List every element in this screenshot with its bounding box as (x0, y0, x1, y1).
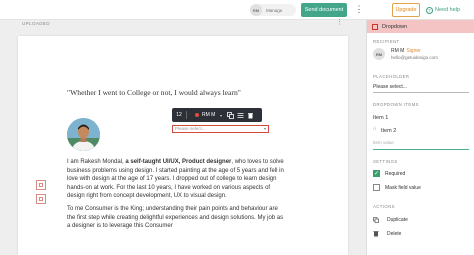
font-size-select[interactable]: 12 (172, 112, 186, 118)
actions-section-title: ACTIONS (373, 204, 395, 209)
mask-checkbox[interactable] (373, 184, 380, 191)
dropdown-field[interactable]: Please select... ▾ (172, 125, 269, 133)
drag-handle-icon[interactable]: ⁝⁝ (373, 126, 376, 132)
properties-panel: Dropdown RECIPIENT RM RM M Signer hello@g… (366, 20, 474, 255)
dropdown-item[interactable]: Item 2 (381, 128, 396, 134)
top-bar: RM Manage Send document ⋮ Upgrade ? Need… (0, 0, 474, 20)
more-vertical-icon[interactable]: ⋮ (353, 4, 365, 16)
mask-checkbox-row[interactable]: Mask field value (373, 184, 421, 191)
copy-icon[interactable] (225, 110, 235, 120)
delete-button[interactable]: Delete (373, 230, 401, 237)
paragraph-2: To me Consumer is the King; understandin… (67, 205, 284, 230)
upgrade-button[interactable]: Upgrade (392, 3, 420, 17)
document-more-icon[interactable]: ⋮ (336, 18, 343, 26)
placeholder-section-title: PLACEHOLDER (373, 74, 410, 79)
field-marker[interactable] (36, 180, 46, 190)
document-header-label: UPLOADED (22, 21, 50, 26)
avatar: RM (250, 4, 262, 16)
field-toolbar: 12 RM M ▾ (172, 108, 262, 122)
trash-icon (373, 230, 379, 237)
recipient-row[interactable]: RM RM M Signer hello@getuidesign.com (373, 48, 438, 60)
duplicate-label: Duplicate (387, 216, 408, 223)
profile-photo (67, 118, 100, 151)
dropdown-placeholder: Please select... (175, 126, 206, 131)
recipient-name: RM M (391, 48, 405, 54)
required-label: Required (385, 170, 406, 177)
chevron-down-icon: ▾ (220, 112, 223, 118)
item-value-input[interactable]: Item value (373, 140, 469, 150)
help-icon: ? (426, 6, 433, 14)
delete-label: Delete (387, 230, 402, 237)
send-document-button[interactable]: Send document (301, 3, 347, 17)
recipient-color-dot (195, 113, 199, 117)
document-quote: "Whether I went to College or not, I wou… (67, 88, 241, 97)
paragraph-1: I am Rakesh Mondal, a self-taught UI/UX,… (67, 159, 284, 200)
field-marker[interactable] (36, 194, 46, 204)
document-body: I am Rakesh Mondal, a self-taught UI/UX,… (67, 158, 287, 235)
chevron-down-icon: ▾ (263, 126, 266, 131)
need-help-link[interactable]: ? Need help (426, 4, 460, 16)
placeholder-input[interactable]: Please select... (373, 84, 469, 93)
dropdown-items-title: DROPDOWN ITEMS (373, 102, 419, 107)
panel-header: Dropdown (367, 20, 474, 33)
trash-icon[interactable] (245, 110, 255, 120)
manage-chip[interactable]: RM Manage (250, 4, 296, 16)
need-help-label: Need help (435, 7, 461, 13)
recipient-email: hello@getuidesign.com (391, 55, 438, 60)
settings-section-title: SETTINGS (373, 159, 398, 164)
panel-title: Dropdown (382, 23, 408, 30)
manage-label: Manage (266, 7, 283, 13)
duplicate-button[interactable]: Duplicate (373, 216, 408, 223)
recipient-section-title: RECIPIENT (373, 39, 400, 44)
recipient-select[interactable]: RM M (202, 112, 220, 118)
mask-label: Mask field value (385, 184, 421, 191)
required-checkbox[interactable]: ✓ (373, 170, 380, 177)
duplicate-icon (373, 216, 379, 223)
recipient-role: Signer (406, 48, 421, 54)
dropdown-icon (372, 23, 378, 30)
avatar: RM (373, 48, 385, 60)
dropdown-item[interactable]: Item 1 (373, 115, 388, 121)
settings-icon[interactable] (235, 110, 245, 120)
required-checkbox-row[interactable]: ✓ Required (373, 170, 405, 177)
